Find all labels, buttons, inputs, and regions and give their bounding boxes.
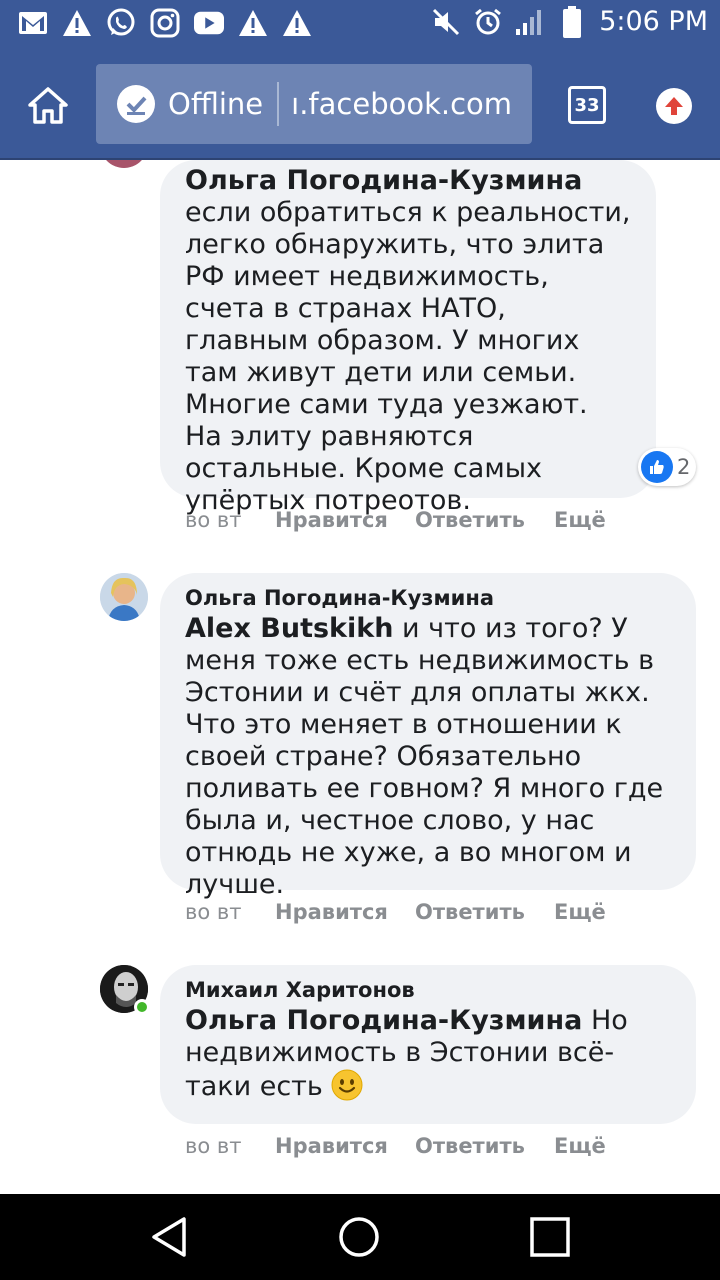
avatar[interactable]	[100, 573, 148, 621]
reply-button[interactable]: Ответить	[415, 1134, 554, 1158]
comments-thread: Ольга Погодина-Кузмина если обратиться к…	[0, 160, 720, 1194]
signal-icon	[515, 7, 545, 37]
home-circle-icon	[339, 1217, 379, 1257]
status-bar: 5:06 PM	[0, 0, 720, 48]
comment-time[interactable]: во вт	[185, 508, 275, 532]
offline-label: Offline	[168, 87, 264, 121]
comment-bubble: Ольга Погодина-Кузмина Alex Butskikh и ч…	[160, 573, 696, 900]
like-button[interactable]: Нравится	[275, 900, 415, 924]
comment-text: Alex Butskikh и что из того? У меня тоже…	[185, 613, 663, 900]
battery-icon	[557, 5, 587, 38]
comment-bubble: Ольга Погодина-Кузмина если обратиться к…	[160, 160, 656, 516]
comment-actions: во вт Нравится Ответить Ещё	[185, 900, 606, 924]
like-button[interactable]: Нравится	[275, 508, 415, 532]
more-button[interactable]: Ещё	[554, 900, 606, 924]
whatsapp-icon	[106, 8, 136, 38]
tab-switcher-button[interactable]: 33	[568, 86, 606, 124]
reaction-badge[interactable]: 2	[638, 448, 697, 486]
alarm-icon	[473, 7, 503, 37]
instagram-icon	[150, 8, 180, 38]
url-divider	[277, 82, 280, 126]
warning-icon	[62, 8, 92, 38]
mute-icon	[431, 7, 461, 37]
mention-link[interactable]: Ольга Погодина-Кузмина	[185, 1005, 582, 1036]
reply-button[interactable]: Ответить	[415, 900, 554, 924]
home-nav-button[interactable]	[337, 1215, 381, 1259]
comment-time[interactable]: во вт	[185, 1134, 275, 1158]
clock: 5:06 PM	[599, 6, 708, 37]
home-button[interactable]	[26, 84, 70, 128]
more-button[interactable]: Ещё	[554, 508, 606, 532]
reply-button[interactable]: Ответить	[415, 508, 554, 532]
home-icon	[28, 87, 68, 124]
youtube-icon	[194, 8, 224, 38]
upload-arrow-icon	[665, 97, 683, 115]
comment-actions: во вт Нравится Ответить Ещё	[185, 1134, 606, 1158]
reaction-count: 2	[677, 455, 691, 479]
comment-actions: во вт Нравится Ответить Ещё	[185, 508, 606, 532]
warning-icon	[282, 8, 312, 38]
like-button[interactable]: Нравится	[275, 1134, 415, 1158]
back-icon	[152, 1217, 186, 1257]
more-button[interactable]: Ещё	[554, 1134, 606, 1158]
comment-body: и что из того? У меня тоже есть недвижим…	[185, 613, 664, 900]
recents-button[interactable]	[528, 1215, 572, 1259]
comment-body: если обратиться к реальности, легко обна…	[185, 197, 631, 516]
warning-icon	[238, 8, 268, 38]
online-status-dot	[134, 999, 150, 1015]
back-button[interactable]	[148, 1215, 192, 1259]
comment-author[interactable]: Ольга Погодина-Кузмина	[185, 583, 671, 613]
comment-author[interactable]: Михаил Харитонов	[185, 975, 671, 1005]
browser-toolbar: Offline ı.facebook.com 33	[0, 48, 720, 160]
recents-icon	[530, 1217, 570, 1257]
comment-time[interactable]: во вт	[185, 900, 275, 924]
upload-button[interactable]	[656, 88, 692, 124]
gmail-icon	[18, 8, 48, 38]
avatar[interactable]	[100, 160, 148, 168]
comment-text: Ольга Погодина-Кузмина если обратиться к…	[185, 165, 631, 516]
smile-emoji-icon	[331, 1069, 363, 1101]
mention-link[interactable]: Ольга Погодина-Кузмина	[185, 165, 582, 196]
url-text: ı.facebook.com	[291, 87, 513, 121]
system-nav-bar	[0, 1194, 720, 1280]
offline-check-icon	[117, 85, 155, 123]
url-bar[interactable]: Offline ı.facebook.com	[96, 64, 532, 144]
like-icon	[641, 451, 673, 483]
comment-bubble: Михаил Харитонов Ольга Погодина-Кузмина …	[160, 965, 696, 1124]
comment-text: Ольга Погодина-Кузмина Но недвижимость в…	[185, 1005, 628, 1102]
mention-link[interactable]: Alex Butskikh	[185, 613, 393, 644]
